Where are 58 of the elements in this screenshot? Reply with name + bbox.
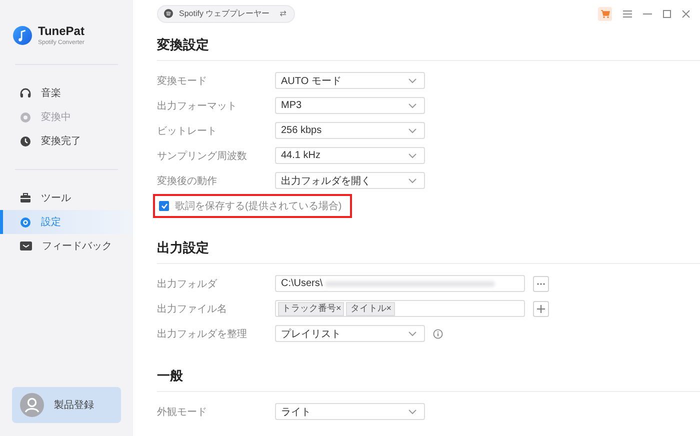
plus-icon	[537, 304, 545, 312]
clock-icon	[20, 136, 31, 146]
sidebar-item[interactable]: フィードバック	[0, 234, 133, 258]
filename-tags-field[interactable]: トラック番号× タイトル×	[275, 300, 525, 317]
register-button[interactable]: 製品登録	[12, 387, 121, 423]
chevron-down-icon	[408, 78, 417, 84]
toolbox-icon	[20, 193, 31, 203]
dropdown[interactable]: AUTO モード	[275, 72, 425, 89]
setting-label: 出力フォーマット	[157, 100, 238, 112]
setting-label: 出力フォルダ	[157, 278, 218, 290]
checkbox[interactable]	[159, 200, 169, 210]
disc-icon	[20, 112, 31, 122]
filename-tag[interactable]: タイトル×	[346, 302, 395, 316]
setting-label: 出力ファイル名	[157, 302, 228, 316]
sidebar-item[interactable]: 変換完了	[0, 129, 133, 153]
add-button[interactable]	[533, 300, 549, 316]
setting-label: ビットレート	[157, 124, 218, 138]
chevron-down-icon	[408, 178, 417, 184]
setting-label: サンプリング周波数	[157, 150, 248, 162]
dropdown[interactable]: 256 kbps	[275, 122, 425, 139]
dropdown[interactable]: MP3	[275, 97, 425, 114]
mail-icon	[20, 241, 32, 251]
app-name: TunePat	[38, 24, 84, 38]
chevron-down-icon	[408, 152, 417, 158]
info-icon[interactable]	[433, 328, 443, 338]
user-avatar-icon	[20, 393, 44, 417]
dropdown[interactable]: ライト	[275, 403, 425, 420]
chevron-down-icon	[408, 408, 417, 414]
browse-button[interactable]	[533, 276, 549, 292]
headphones-icon	[20, 88, 31, 98]
chevron-down-icon	[408, 102, 417, 108]
chevron-down-icon	[408, 330, 417, 336]
dropdown[interactable]: プレイリスト	[275, 325, 425, 342]
chevron-down-icon	[408, 128, 417, 134]
folder-path-field[interactable]: C:\Users\	[275, 275, 525, 292]
cart-icon	[600, 10, 610, 18]
sidebar-item[interactable]: ツール	[0, 186, 133, 210]
setting-label: 変換後の動作	[157, 174, 218, 188]
filename-tag[interactable]: トラック番号×	[278, 302, 344, 316]
source-switch-button[interactable]: Spotify ウェブプレーヤー ⇄	[157, 4, 296, 22]
checkbox-label: 歌詞を保存する(提供されている場合)	[175, 200, 342, 212]
setting-label: 出力フォルダを整理	[157, 328, 248, 340]
section-heading: 出力設定	[157, 230, 700, 264]
sidebar-item[interactable]: 音楽	[0, 81, 133, 105]
dropdown[interactable]: 出力フォルダを開く	[275, 172, 425, 189]
setting-label: 変換モード	[157, 74, 208, 88]
close-icon[interactable]	[682, 10, 690, 18]
menu-icon[interactable]	[623, 10, 632, 18]
minimize-icon[interactable]	[643, 12, 652, 14]
section-heading: 変換設定	[157, 27, 700, 61]
spotify-icon	[164, 9, 173, 18]
setting-label: 外観モード	[157, 406, 208, 418]
music-note-logo-icon	[13, 26, 32, 44]
gear-icon	[20, 216, 31, 228]
section-heading: 一般	[157, 358, 700, 392]
dropdown[interactable]: 44.1 kHz	[275, 147, 425, 164]
cart-button[interactable]	[598, 6, 612, 20]
maximize-icon[interactable]	[663, 10, 671, 18]
